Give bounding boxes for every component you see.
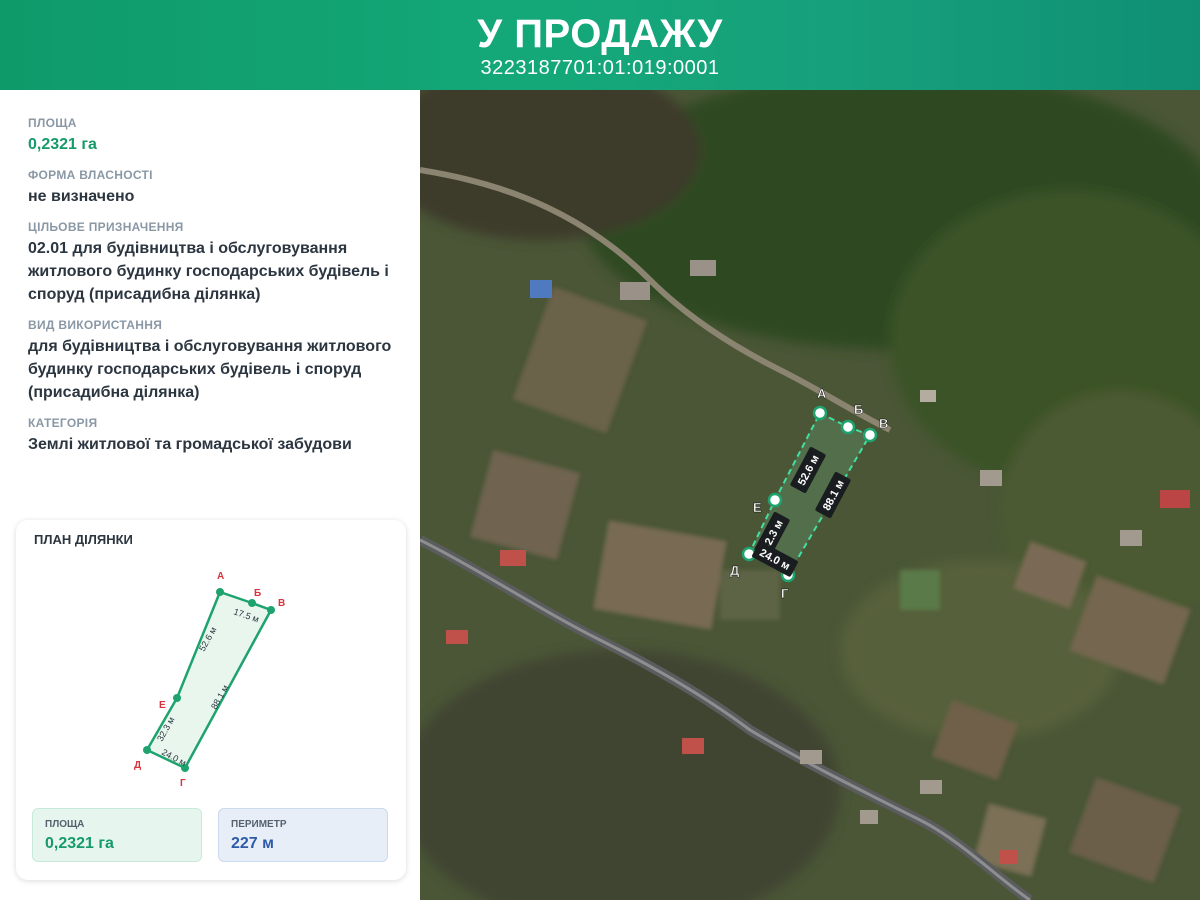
satellite-map[interactable]: 52.6 м 88.1 м 32.3 м 24.0 м А Б В Г Д Е — [420, 90, 1200, 900]
map-label-e: Е — [753, 500, 762, 515]
purpose-field: ЦІЛЬОВЕ ПРИЗНАЧЕННЯ 02.01 для будівництв… — [28, 220, 408, 306]
plot-plan-title: ПЛАН ДІЛЯНКИ — [34, 532, 133, 547]
vertex-b — [248, 599, 256, 607]
satellite-imagery: 52.6 м 88.1 м 32.3 м 24.0 м А Б В Г Д Е — [420, 90, 1200, 900]
perimeter-stat-label: ПЕРИМЕТР — [231, 819, 287, 830]
plot-plan-card: ПЛАН ДІЛЯНКИ А Б В Г Д Е 17.5 м 52.6 м 8… — [16, 520, 406, 880]
vertex-d — [143, 746, 151, 754]
cadastral-number: 3223187701:01:019:0001 — [480, 57, 720, 79]
map-label-v: В — [879, 416, 888, 431]
category-label: КАТЕГОРІЯ — [28, 416, 98, 430]
map-label-b: Б — [854, 402, 863, 417]
plan-label-a: А — [217, 571, 224, 582]
plot-area-stat-label: ПЛОЩА — [45, 819, 85, 830]
plot-area-stat-value: 0,2321 га — [45, 835, 114, 852]
plot-plan-diagram: А Б В Г Д Е 17.5 м 52.6 м 88.1 м 32.3 м … — [134, 571, 285, 789]
vertex-e — [173, 694, 181, 702]
ownership-value: не визначено — [28, 188, 135, 205]
plan-label-g: Г — [180, 778, 186, 789]
sale-title: У ПРОДАЖУ — [477, 12, 723, 56]
header-banner: У ПРОДАЖУ 3223187701:01:019:0001 — [0, 0, 1200, 90]
perimeter-stat-value: 227 м — [231, 835, 274, 852]
map-vertex-e[interactable] — [767, 492, 783, 508]
area-value: 0,2321 га — [28, 136, 97, 153]
plan-label-e: Е — [159, 700, 166, 711]
plan-label-d: Д — [134, 760, 141, 771]
map-label-g: Г — [781, 586, 789, 601]
area-label: ПЛОЩА — [28, 116, 77, 130]
map-vertex-v[interactable] — [862, 427, 878, 443]
purpose-label: ЦІЛЬОВЕ ПРИЗНАЧЕННЯ — [28, 220, 184, 234]
area-field: ПЛОЩА 0,2321 га — [28, 116, 408, 156]
map-label-d: Д — [730, 563, 740, 578]
ownership-label: ФОРМА ВЛАСНОСТІ — [28, 168, 153, 182]
perimeter-stat: ПЕРИМЕТР 227 м — [218, 808, 388, 862]
vertex-a — [216, 588, 224, 596]
plot-area-stat: ПЛОЩА 0,2321 га — [32, 808, 202, 862]
purpose-value: 02.01 для будівництва і обслуговування ж… — [28, 240, 389, 303]
usage-label: ВИД ВИКОРИСТАННЯ — [28, 318, 163, 332]
map-vertex-a[interactable] — [812, 405, 828, 421]
ownership-field: ФОРМА ВЛАСНОСТІ не визначено — [28, 168, 408, 208]
usage-value: для будівництва і обслуговування житлово… — [28, 338, 392, 401]
category-field: КАТЕГОРІЯ Землі житлової та громадської … — [28, 416, 408, 456]
usage-field: ВИД ВИКОРИСТАННЯ для будівництва і обслу… — [28, 318, 408, 404]
category-value: Землі житлової та громадської забудови — [28, 436, 352, 453]
map-vertex-b[interactable] — [840, 419, 856, 435]
map-label-a: А — [817, 386, 827, 401]
vertex-v — [267, 606, 275, 614]
plan-label-v: В — [278, 598, 285, 609]
plan-label-b: Б — [254, 588, 261, 599]
